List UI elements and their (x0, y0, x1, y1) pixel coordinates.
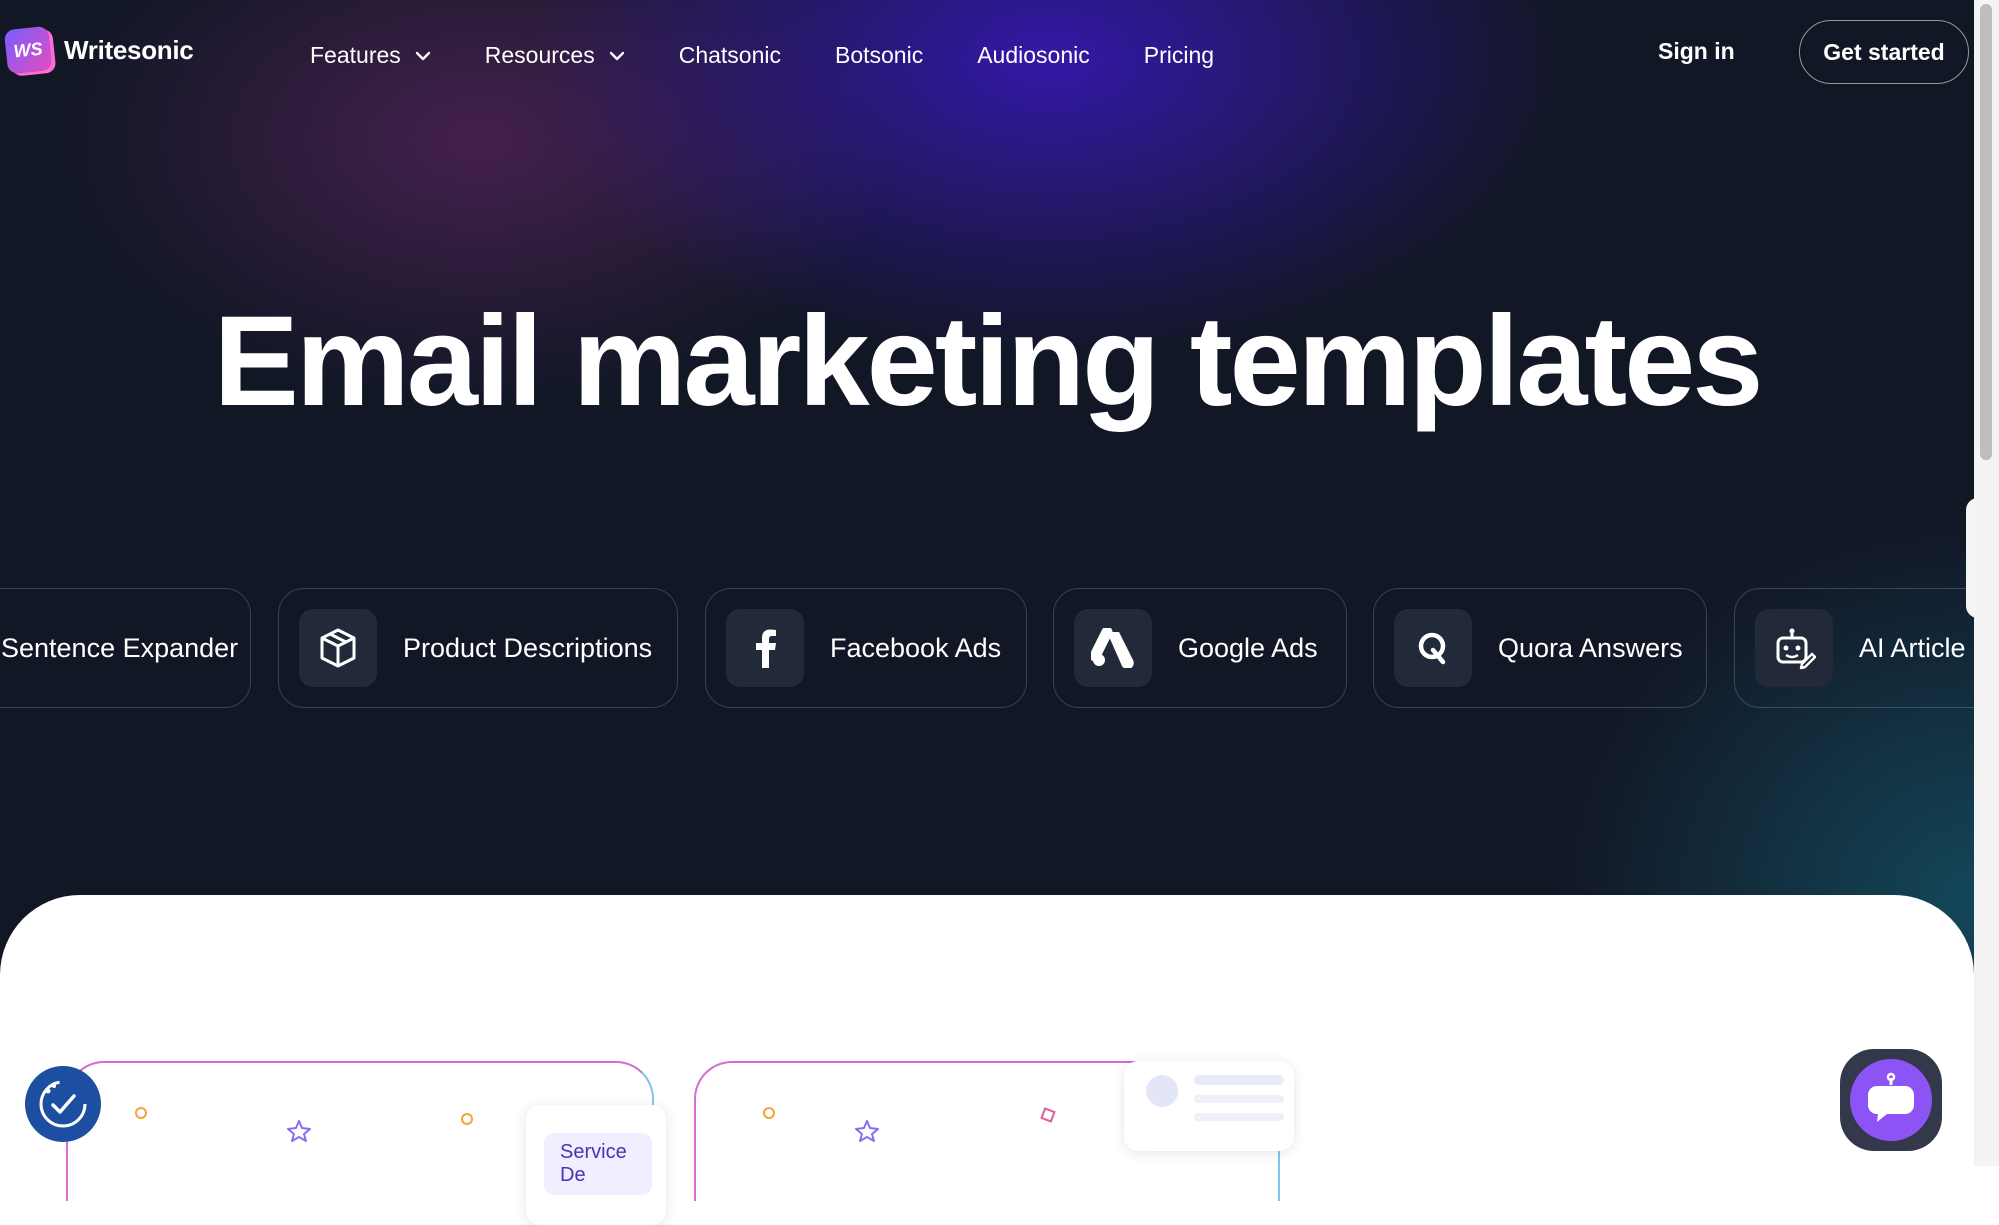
writesonic-logo-icon: WS (3, 25, 53, 75)
sparkle-icon (855, 1120, 879, 1142)
side-drawer-tab[interactable] (1966, 498, 1978, 618)
tool-chip-google-ads[interactable]: Google Ads (1053, 588, 1347, 708)
placeholder-line (1194, 1095, 1284, 1103)
chat-widget-button[interactable] (1840, 1049, 1942, 1151)
template-card-2[interactable] (694, 1061, 1294, 1201)
sparkle-icon (287, 1120, 311, 1142)
nav-pricing[interactable]: Pricing (1144, 42, 1214, 69)
chevron-down-icon (609, 51, 624, 60)
avatar (1146, 1075, 1178, 1107)
sparkle-small-icon (1040, 1107, 1056, 1123)
placeholder-line (1194, 1113, 1284, 1121)
nav-chatsonic[interactable]: Chatsonic (679, 42, 781, 69)
card-preview (1124, 1061, 1294, 1151)
template-card-1[interactable]: Service De (66, 1061, 666, 1225)
tool-chip-quora-answers[interactable]: Quora Answers (1373, 588, 1707, 708)
tool-chip-facebook-ads[interactable]: Facebook Ads (705, 588, 1027, 708)
tool-chip-label: Quora Answers (1498, 632, 1683, 663)
chatbot-icon (1867, 1072, 1914, 1122)
tool-chip-sentence-expander[interactable]: Sentence Expander (0, 588, 251, 708)
tool-chip-label: Google Ads (1178, 632, 1318, 663)
tool-chip-label: AI Article (1859, 632, 1966, 663)
chevron-down-icon (415, 51, 430, 60)
main-nav: Features Resources Chatsonic Botsonic Au… (310, 42, 1268, 69)
quora-icon (1394, 609, 1472, 687)
nav-features-label: Features (310, 42, 401, 68)
tool-chip-label: Product Descriptions (403, 632, 653, 663)
tool-chip-label: Facebook Ads (830, 632, 1002, 663)
tool-chip-ai-article[interactable]: AI Article (1734, 588, 1974, 708)
accessibility-icon (39, 1080, 87, 1128)
facebook-icon (726, 609, 804, 687)
nav-audiosonic[interactable]: Audiosonic (977, 42, 1090, 69)
tool-chip-product-descriptions[interactable]: Product Descriptions (278, 588, 678, 708)
ai-robot-icon (1755, 609, 1833, 687)
brand-logo[interactable]: WS Writesonic (3, 25, 194, 75)
tool-chip-label: Sentence Expander (1, 632, 239, 663)
nav-resources[interactable]: Resources (485, 42, 625, 69)
nav-features[interactable]: Features (310, 42, 431, 69)
page-title: Email marketing templates (213, 290, 1764, 433)
card-tag: Service De (544, 1133, 652, 1195)
nav-resources-label: Resources (484, 42, 595, 68)
accessibility-button[interactable] (25, 1066, 101, 1142)
google-ads-icon (1074, 609, 1152, 687)
get-started-button[interactable]: Get started (1799, 20, 1969, 84)
decorative-dot (763, 1107, 775, 1119)
chat-bubble (1850, 1059, 1932, 1141)
brand-name: Writesonic (64, 34, 194, 65)
decorative-dot (461, 1113, 473, 1125)
scrollbar-thumb[interactable] (1980, 4, 1992, 460)
placeholder-line (1194, 1075, 1284, 1085)
decorative-dot (135, 1107, 147, 1119)
box-icon (299, 609, 377, 687)
nav-botsonic[interactable]: Botsonic (835, 42, 923, 69)
sign-in-link[interactable]: Sign in (1658, 38, 1735, 65)
